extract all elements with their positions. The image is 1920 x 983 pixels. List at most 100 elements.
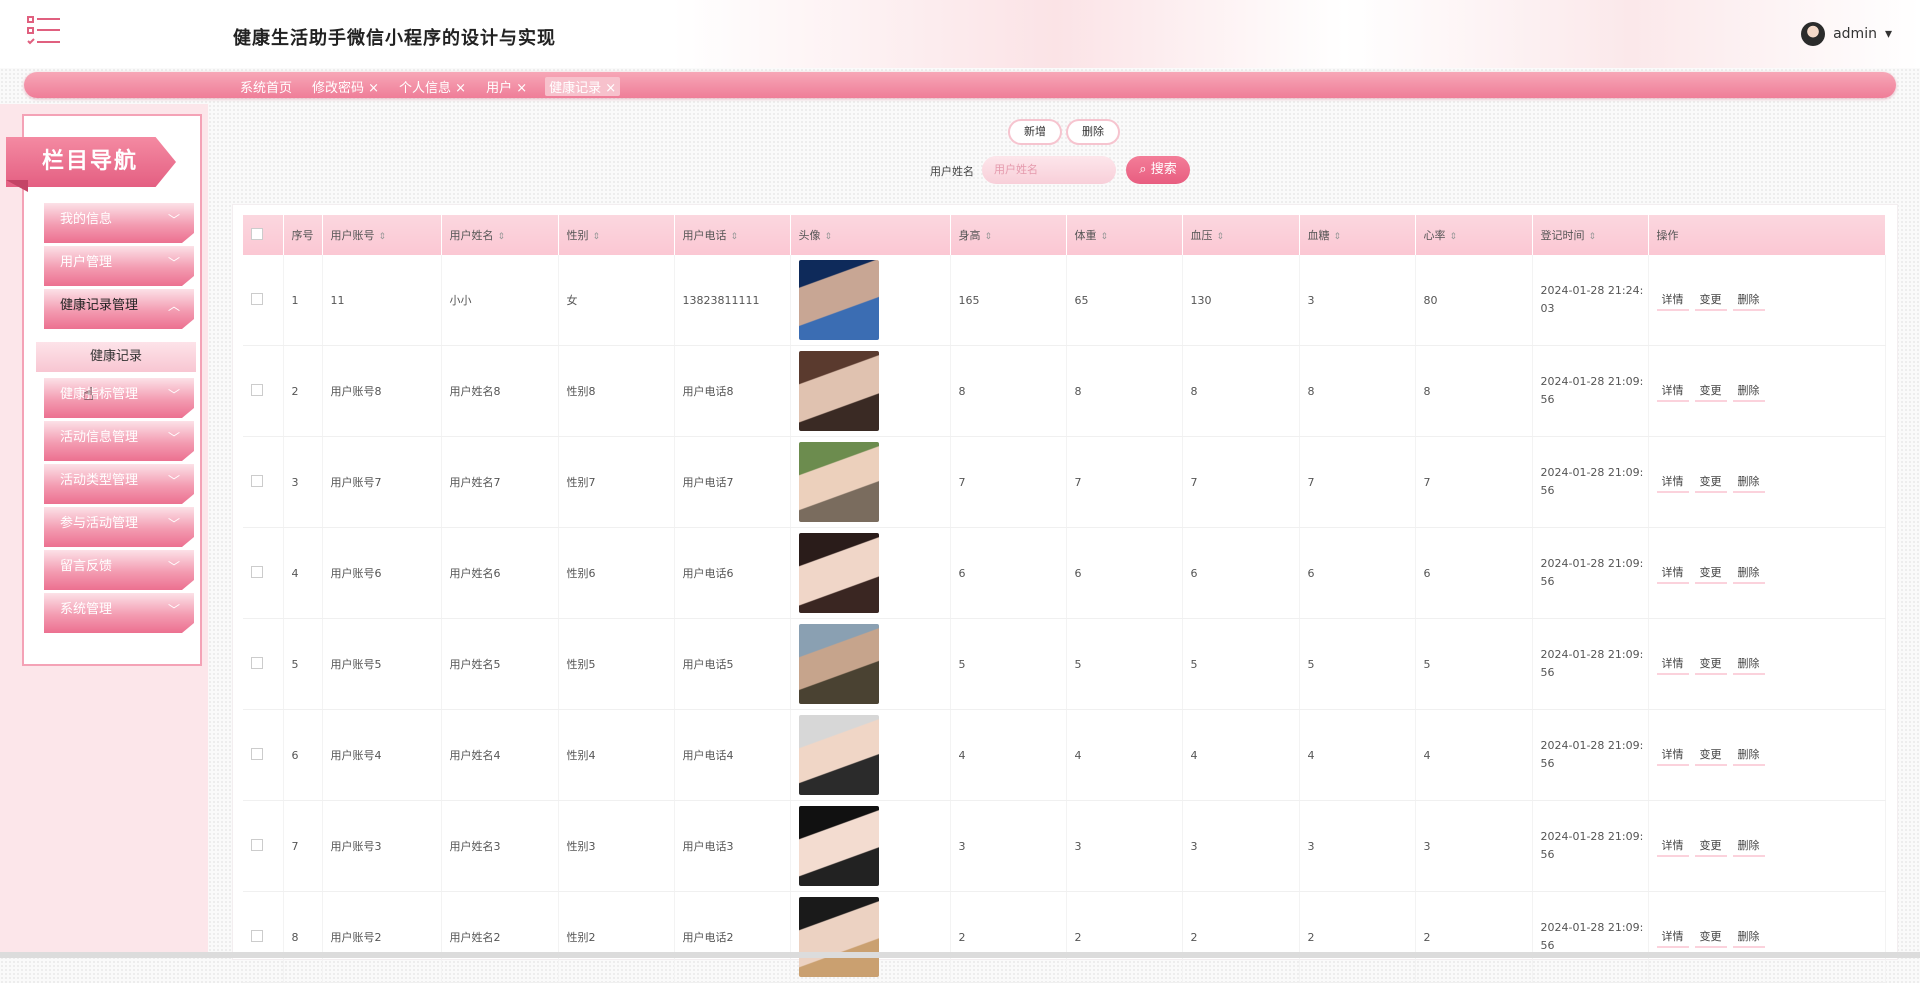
table-row[interactable]: 5 用户账号5 用户姓名5 性别5 用户电话5 5 5 5 5 5 2024-01-28 21:09… bbox=[243, 618, 1886, 710]
sort-icon[interactable]: ⇕ bbox=[985, 232, 993, 242]
menu-list-icon[interactable] bbox=[26, 14, 62, 48]
avatar-photo[interactable] bbox=[798, 442, 879, 522]
row-checkbox[interactable] bbox=[251, 474, 263, 487]
sort-icon[interactable]: ⇕ bbox=[1450, 232, 1458, 242]
avatar-photo[interactable] bbox=[798, 624, 879, 704]
row-checkbox[interactable] bbox=[251, 929, 263, 942]
sort-icon[interactable]: ⇕ bbox=[731, 232, 739, 242]
col-gender[interactable]: 性别 ⇕ bbox=[558, 215, 675, 255]
row-checkbox-cell[interactable] bbox=[243, 891, 284, 983]
detail-button[interactable]: 详情 bbox=[1656, 562, 1689, 584]
avatar-photo[interactable] bbox=[798, 715, 879, 795]
delete-button[interactable]: 删除 bbox=[1732, 653, 1765, 675]
sidebar-item-activity-type[interactable]: 活动类型管理 ﹀ bbox=[44, 464, 194, 504]
row-checkbox-cell[interactable] bbox=[243, 527, 284, 619]
col-name[interactable]: 用户姓名 ⇕ bbox=[441, 215, 559, 255]
tab-profile[interactable]: 个人信息 × bbox=[397, 77, 468, 96]
select-all-checkbox-cell[interactable] bbox=[243, 215, 284, 255]
delete-button[interactable]: 删除 bbox=[1732, 289, 1765, 311]
detail-button[interactable]: 详情 bbox=[1656, 835, 1689, 857]
delete-button[interactable]: 删除 bbox=[1732, 471, 1765, 493]
delete-button[interactable]: 删除 bbox=[1732, 562, 1765, 584]
avatar-photo[interactable] bbox=[798, 897, 879, 977]
edit-button[interactable]: 变更 bbox=[1694, 380, 1727, 402]
col-height[interactable]: 身高 ⇕ bbox=[950, 215, 1067, 255]
row-checkbox-cell[interactable] bbox=[243, 800, 284, 892]
col-account[interactable]: 用户账号 ⇕ bbox=[322, 215, 442, 255]
tab-change-password[interactable]: 修改密码 × bbox=[310, 77, 381, 96]
col-avatar[interactable]: 头像 ⇕ bbox=[790, 215, 951, 255]
table-row[interactable]: 7 用户账号3 用户姓名3 性别3 用户电话3 3 3 3 3 3 2024-01-28 21:09… bbox=[243, 800, 1886, 892]
table-row[interactable]: 6 用户账号4 用户姓名4 性别4 用户电话4 4 4 4 4 4 2024-01-28 21:09… bbox=[243, 709, 1886, 801]
row-checkbox[interactable] bbox=[251, 747, 263, 760]
delete-button[interactable]: 删除 bbox=[1732, 380, 1765, 402]
tab-home[interactable]: 系统首页 bbox=[238, 77, 294, 96]
detail-button[interactable]: 详情 bbox=[1656, 289, 1689, 311]
edit-button[interactable]: 变更 bbox=[1694, 926, 1727, 948]
sort-icon[interactable]: ⇕ bbox=[1334, 232, 1342, 242]
edit-button[interactable]: 变更 bbox=[1694, 744, 1727, 766]
sidebar-item-feedback[interactable]: 留言反馈 ﹀ bbox=[44, 550, 194, 590]
sort-icon[interactable]: ⇕ bbox=[498, 232, 506, 242]
row-checkbox-cell[interactable] bbox=[243, 255, 284, 346]
row-checkbox[interactable] bbox=[251, 838, 263, 851]
edit-button[interactable]: 变更 bbox=[1694, 562, 1727, 584]
table-row[interactable]: 4 用户账号6 用户姓名6 性别6 用户电话6 6 6 6 6 6 2024-01-28 21:09… bbox=[243, 527, 1886, 619]
col-blood-pressure[interactable]: 血压 ⇕ bbox=[1182, 215, 1300, 255]
sidebar-item-users[interactable]: 用户管理 ﹀ bbox=[44, 246, 194, 286]
avatar-photo[interactable] bbox=[798, 351, 879, 431]
detail-button[interactable]: 详情 bbox=[1656, 380, 1689, 402]
avatar-photo[interactable] bbox=[798, 533, 879, 613]
batch-delete-button[interactable]: 删除 bbox=[1066, 119, 1120, 145]
detail-button[interactable]: 详情 bbox=[1656, 653, 1689, 675]
sort-icon[interactable]: ⇕ bbox=[379, 232, 387, 242]
search-input[interactable] bbox=[982, 156, 1116, 184]
sidebar-item-health-records[interactable]: 健康记录管理 ︿ bbox=[44, 289, 194, 329]
delete-button[interactable]: 删除 bbox=[1732, 744, 1765, 766]
sort-icon[interactable]: ⇕ bbox=[825, 232, 833, 242]
table-row[interactable]: 2 用户账号8 用户姓名8 性别8 用户电话8 8 8 8 8 8 2024-01-28 21:09… bbox=[243, 345, 1886, 437]
col-weight[interactable]: 体重 ⇕ bbox=[1066, 215, 1183, 255]
select-all-checkbox[interactable] bbox=[251, 227, 263, 240]
sidebar-subitem-health-record[interactable]: 健康记录 bbox=[36, 342, 196, 372]
delete-button[interactable]: 删除 bbox=[1732, 835, 1765, 857]
tab-health-records[interactable]: 健康记录 × bbox=[545, 77, 621, 96]
table-row[interactable]: 1 11 小小女 13823811111 165 65 130 3 80 2024-01-28 2… bbox=[243, 255, 1886, 346]
col-blood-sugar[interactable]: 血糖 ⇕ bbox=[1299, 215, 1416, 255]
sort-icon[interactable]: ⇕ bbox=[593, 232, 601, 242]
edit-button[interactable]: 变更 bbox=[1694, 653, 1727, 675]
avatar-photo[interactable] bbox=[798, 806, 879, 886]
detail-button[interactable]: 详情 bbox=[1656, 744, 1689, 766]
col-phone[interactable]: 用户电话 ⇕ bbox=[674, 215, 791, 255]
col-heart-rate[interactable]: 心率 ⇕ bbox=[1415, 215, 1533, 255]
edit-button[interactable]: 变更 bbox=[1694, 835, 1727, 857]
sidebar-item-activity-info[interactable]: 活动信息管理 ﹀ bbox=[44, 421, 194, 461]
sort-icon[interactable]: ⇕ bbox=[1217, 232, 1225, 242]
edit-button[interactable]: 变更 bbox=[1694, 289, 1727, 311]
table-row[interactable]: 8 用户账号2 用户姓名2 性别2 用户电话2 2 2 2 2 2 2024-01-28 21:09… bbox=[243, 891, 1886, 983]
detail-button[interactable]: 详情 bbox=[1656, 926, 1689, 948]
user-menu[interactable]: admin ▾ bbox=[1801, 22, 1892, 46]
row-checkbox[interactable] bbox=[251, 292, 263, 305]
row-checkbox-cell[interactable] bbox=[243, 436, 284, 528]
sidebar-item-my-info[interactable]: 我的信息 ﹀ bbox=[44, 203, 194, 243]
row-checkbox[interactable] bbox=[251, 656, 263, 669]
bottom-scrollbar[interactable] bbox=[0, 952, 1920, 958]
row-checkbox-cell[interactable] bbox=[243, 709, 284, 801]
table-row[interactable]: 3 用户账号7 用户姓名7 性别7 用户电话7 7 7 7 7 7 2024-01-28 21:09… bbox=[243, 436, 1886, 528]
add-button[interactable]: 新增 bbox=[1008, 119, 1062, 145]
avatar-photo[interactable] bbox=[798, 260, 879, 340]
edit-button[interactable]: 变更 bbox=[1694, 471, 1727, 493]
sort-icon[interactable]: ⇕ bbox=[1101, 232, 1109, 242]
row-checkbox-cell[interactable] bbox=[243, 618, 284, 710]
col-register-time[interactable]: 登记时间 ⇕ bbox=[1532, 215, 1649, 255]
sidebar-item-health-indicators[interactable]: 健康指标管理 ﹀ bbox=[44, 378, 194, 418]
sidebar-item-participation[interactable]: 参与活动管理 ﹀ bbox=[44, 507, 194, 547]
delete-button[interactable]: 删除 bbox=[1732, 926, 1765, 948]
search-button[interactable]: ⌕ 搜索 bbox=[1126, 156, 1190, 184]
detail-button[interactable]: 详情 bbox=[1656, 471, 1689, 493]
row-checkbox[interactable] bbox=[251, 565, 263, 578]
sidebar-item-system[interactable]: 系统管理 ﹀ bbox=[44, 593, 194, 633]
row-checkbox[interactable] bbox=[251, 383, 263, 396]
tab-users[interactable]: 用户 × bbox=[484, 77, 529, 96]
